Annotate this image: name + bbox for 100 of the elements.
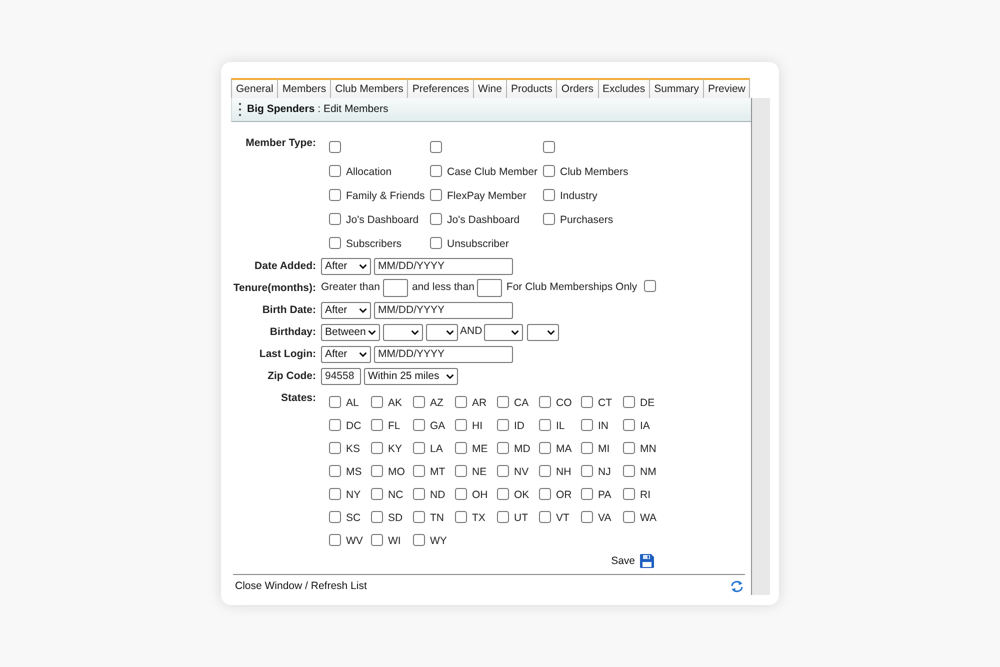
checkbox[interactable] xyxy=(581,510,593,522)
checkbox[interactable] xyxy=(623,442,635,454)
save-button[interactable]: Save xyxy=(611,554,654,568)
checkbox[interactable] xyxy=(539,464,551,476)
checkbox[interactable] xyxy=(371,534,383,546)
number-field[interactable] xyxy=(382,279,408,297)
date-field[interactable]: MM/DD/YYYY xyxy=(374,302,513,318)
dropdown[interactable] xyxy=(527,324,560,340)
checkbox[interactable] xyxy=(413,442,425,454)
checkbox[interactable] xyxy=(430,189,442,201)
dropdown[interactable]: After xyxy=(321,302,371,318)
refresh-icon[interactable] xyxy=(730,580,744,593)
number-field[interactable] xyxy=(477,279,502,297)
checkbox[interactable] xyxy=(623,464,635,476)
checkbox[interactable] xyxy=(623,396,635,408)
dropdown[interactable] xyxy=(426,324,458,340)
checkbox[interactable] xyxy=(539,510,551,522)
tab[interactable]: Club Members xyxy=(330,78,408,98)
checkbox[interactable] xyxy=(329,442,341,454)
checkbox[interactable] xyxy=(430,213,442,225)
checkbox[interactable] xyxy=(329,237,341,249)
checkbox[interactable] xyxy=(581,442,593,454)
checkbox[interactable] xyxy=(539,418,551,430)
checkbox[interactable] xyxy=(455,442,467,454)
dropdown[interactable] xyxy=(383,324,423,340)
checkbox[interactable] xyxy=(455,488,467,500)
checkbox[interactable] xyxy=(543,141,555,153)
checkbox[interactable] xyxy=(329,534,341,546)
tab[interactable]: Orders xyxy=(556,78,598,98)
checkbox[interactable] xyxy=(543,189,555,201)
date-field[interactable]: MM/DD/YYYY xyxy=(374,258,513,274)
checkbox[interactable] xyxy=(539,442,551,454)
option-label: Jo's Dashboard xyxy=(346,213,419,226)
option-label: NV xyxy=(514,464,529,478)
tab[interactable]: Members xyxy=(277,78,330,98)
checkbox[interactable] xyxy=(581,488,593,500)
checkbox[interactable] xyxy=(455,418,467,430)
tab[interactable]: Preferences xyxy=(407,78,474,98)
option-label: WY xyxy=(430,534,447,546)
tab[interactable]: Summary xyxy=(649,78,704,98)
tab[interactable]: Products xyxy=(506,78,556,98)
checkbox[interactable] xyxy=(455,396,467,408)
checkbox[interactable] xyxy=(539,488,551,500)
tab[interactable]: Preview xyxy=(703,78,750,98)
checkbox[interactable] xyxy=(430,237,442,249)
checkbox[interactable] xyxy=(539,396,551,408)
checkbox[interactable] xyxy=(455,510,467,522)
dropdown[interactable] xyxy=(484,324,524,340)
option-label: TX xyxy=(472,510,486,524)
checkbox[interactable] xyxy=(623,488,635,500)
checkbox[interactable] xyxy=(581,418,593,430)
checkbox[interactable] xyxy=(413,534,425,546)
checkbox[interactable] xyxy=(497,510,509,522)
checkbox[interactable] xyxy=(371,510,383,522)
zip-code-field[interactable]: 94558 xyxy=(321,368,361,384)
checkbox[interactable] xyxy=(413,396,425,408)
checkbox[interactable] xyxy=(497,464,509,476)
dropdown[interactable]: After xyxy=(321,346,371,362)
dropdown[interactable]: Within 25 miles xyxy=(364,368,458,384)
checkbox[interactable] xyxy=(371,464,383,476)
checkbox[interactable] xyxy=(329,165,341,177)
checkbox[interactable] xyxy=(371,418,383,430)
checkbox[interactable] xyxy=(455,464,467,476)
tab[interactable]: Wine xyxy=(473,78,506,98)
dropdown[interactable]: After xyxy=(321,258,371,274)
tab[interactable]: General xyxy=(231,78,278,98)
date-field[interactable]: MM/DD/YYYY xyxy=(374,346,513,362)
checkbox[interactable] xyxy=(329,396,341,408)
checkbox[interactable] xyxy=(329,189,341,201)
checkbox[interactable] xyxy=(543,213,555,225)
checkbox[interactable] xyxy=(623,510,635,522)
checkbox[interactable] xyxy=(329,213,341,225)
checkbox[interactable] xyxy=(371,396,383,408)
checkbox[interactable] xyxy=(497,488,509,500)
checkbox[interactable] xyxy=(329,418,341,430)
checkbox[interactable] xyxy=(329,141,341,153)
checkbox[interactable] xyxy=(543,165,555,177)
option-label: KS xyxy=(346,442,360,454)
checkbox[interactable] xyxy=(497,442,509,454)
checkbox[interactable] xyxy=(413,510,425,522)
dropdown[interactable]: Between xyxy=(321,324,380,340)
checkbox[interactable] xyxy=(329,510,341,522)
checkbox[interactable] xyxy=(371,488,383,500)
checkbox[interactable] xyxy=(581,396,593,408)
checkbox[interactable] xyxy=(497,418,509,430)
checkbox[interactable] xyxy=(497,396,509,408)
tab[interactable]: Excludes xyxy=(598,78,650,98)
checkbox[interactable] xyxy=(413,464,425,476)
checkbox[interactable] xyxy=(371,442,383,454)
checkbox[interactable] xyxy=(413,418,425,430)
checkbox[interactable] xyxy=(581,464,593,476)
checkbox[interactable] xyxy=(623,418,635,430)
checkbox[interactable] xyxy=(430,141,442,153)
option-label: TN xyxy=(430,510,444,524)
checkbox[interactable] xyxy=(644,280,656,292)
checkbox[interactable] xyxy=(329,464,341,476)
checkbox[interactable] xyxy=(413,488,425,500)
checkbox[interactable] xyxy=(430,165,442,177)
close-window-link[interactable]: Close Window / Refresh List xyxy=(235,578,367,594)
checkbox[interactable] xyxy=(329,488,341,500)
